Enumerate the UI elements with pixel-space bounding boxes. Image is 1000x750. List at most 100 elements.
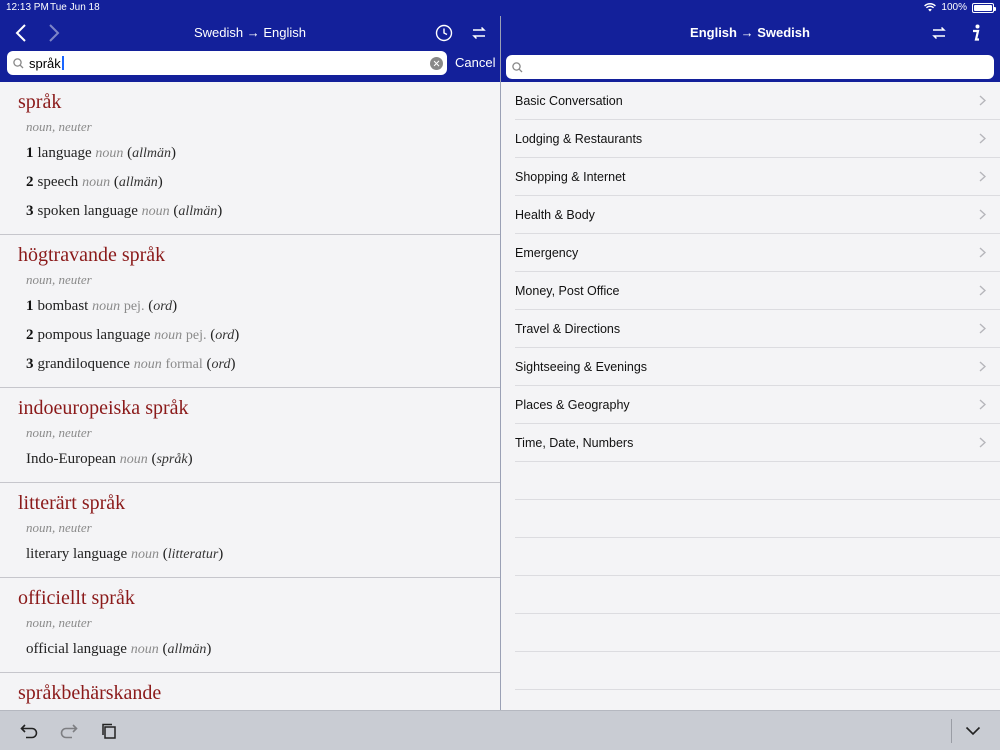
category-row[interactable]: Health & Body [515,196,1000,234]
sense-gloss: official language [26,641,127,657]
sense-gloss: grandiloquence [37,356,130,372]
sense-part-of-speech: noun [119,452,148,467]
entry-headword[interactable]: indoeuropeiska språk [18,395,482,421]
left-search-field[interactable]: språk [7,51,447,75]
entry-headword[interactable]: litterärt språk [18,490,482,516]
sense-gloss: spoken language [37,203,138,219]
chevron-right-icon [979,361,986,372]
info-button[interactable] [965,22,987,44]
battery-icon [972,2,996,13]
category-label: Sightseeing & Evenings [515,359,648,374]
left-swap-button[interactable] [468,22,490,44]
category-row[interactable]: Sightseeing & Evenings [515,348,1000,386]
entry-sense[interactable]: 2 speech noun (allmän) [26,168,482,197]
category-label: Shopping & Internet [515,169,626,184]
sense-part-of-speech: noun [82,175,111,190]
wifi-icon [924,3,937,12]
cancel-button[interactable]: Cancel [455,55,495,70]
swap-arrows-icon [472,26,486,40]
category-row[interactable]: Money, Post Office [515,272,1000,310]
entry-sense[interactable]: 1 bombast noun pej. (ord) [26,292,482,321]
sense-part-of-speech: noun [95,146,124,161]
empty-row [515,652,1000,690]
undo-button[interactable] [18,721,40,741]
chevron-right-icon [979,437,986,448]
entry-headword[interactable]: språkbehärskande [18,680,482,706]
entry-sense[interactable]: 2 pompous language noun pej. (ord) [26,321,482,350]
right-pane-title: English → Swedish [690,25,810,40]
empty-row [515,462,1000,500]
category-label: Basic Conversation [515,93,623,108]
status-date: Tue Jun 18 [50,2,100,13]
sense-gloss: literary language [26,546,128,562]
search-icon [512,61,523,72]
empty-row [515,690,1000,710]
entry-headword[interactable]: officiellt språk [18,585,482,611]
dictionary-entry[interactable]: högtravande språk noun, neuter 1 bombast no… [0,235,500,388]
right-search-field[interactable] [506,55,994,79]
sense-gloss: Indo-European [26,451,116,467]
chevron-right-icon [979,171,986,182]
copy-button[interactable] [98,721,120,741]
collapse-keyboard-button[interactable] [962,721,984,741]
clear-search-icon[interactable] [430,56,443,70]
entry-sense[interactable]: 1 language noun (allmän) [26,139,482,168]
dictionary-results-list[interactable]: språk noun, neuter 1 language noun (allmän)… [0,82,500,710]
empty-row [515,538,1000,576]
category-row[interactable]: Emergency [515,234,1000,272]
dictionary-entry[interactable]: språkbehärskandenoun, neuter [0,673,500,710]
dictionary-entry[interactable]: officiellt språk noun, neuter official lan… [0,578,500,673]
chevron-down-icon [965,726,981,736]
category-row[interactable]: Lodging & Restaurants [515,120,1000,158]
entry-sense[interactable]: literary language noun (litteratur) [26,540,482,569]
status-right: 100% [924,2,996,13]
sense-gloss: pompous language [37,327,151,343]
category-row[interactable]: Basic Conversation [515,82,1000,120]
battery-percent: 100% [941,2,967,13]
redo-button[interactable] [58,721,80,741]
category-row[interactable]: Time, Date, Numbers [515,424,1000,462]
entry-part-of-speech: noun, neuter [26,615,92,630]
sense-gloss: bombast [37,298,89,314]
sense-register: formal [165,357,203,372]
dictionary-entry[interactable]: indoeuropeiska språk noun, neuter Indo-Eur… [0,388,500,483]
dictionary-entry[interactable]: språk noun, neuter 1 language noun (allmän)… [0,82,500,235]
history-button[interactable] [433,22,455,44]
sense-domain: (allmän) [173,203,223,219]
entry-sense[interactable]: 3 grandiloquence noun formal (ord) [26,350,482,379]
sense-domain: (språk) [151,451,193,467]
category-label: Places & Geography [515,397,630,412]
redo-icon [60,724,78,739]
status-time: 12:13 PM [6,2,49,13]
category-label: Lodging & Restaurants [515,131,643,146]
sense-part-of-speech: noun [92,299,121,314]
sense-part-of-speech: noun [133,357,162,372]
chevron-right-icon [979,133,986,144]
sense-register: pej. [123,299,145,314]
sense-domain: (litteratur) [162,546,224,562]
category-row[interactable]: Places & Geography [515,386,1000,424]
category-row[interactable]: Travel & Directions [515,310,1000,348]
empty-row [515,614,1000,652]
category-label: Money, Post Office [515,283,620,298]
dictionary-entry[interactable]: litterärt språk noun, neuter literary lang… [0,483,500,578]
sense-part-of-speech: noun [141,204,170,219]
entry-headword[interactable]: språk [18,89,482,115]
phrasebook-category-list[interactable]: Basic Conversation Lodging & Restaurants S… [501,82,1000,710]
entry-part-of-speech: noun, neuter [26,425,92,440]
right-swap-button[interactable] [928,22,950,44]
sense-domain: (ord) [210,327,240,343]
sense-domain: (ord) [206,356,236,372]
category-label: Time, Date, Numbers [515,435,634,450]
search-input[interactable]: språk [29,55,430,71]
entry-part-of-speech: noun, neuter [26,119,92,134]
sense-domain: (ord) [148,298,178,314]
left-pane-title: Swedish → English [194,25,306,40]
chevron-right-icon [979,323,986,334]
entry-sense[interactable]: official language noun (allmän) [26,635,482,664]
entry-headword[interactable]: högtravande språk [18,242,482,268]
entry-sense[interactable]: 3 spoken language noun (allmän) [26,197,482,226]
info-icon [973,24,980,41]
entry-sense[interactable]: Indo-European noun (språk) [26,445,482,474]
category-row[interactable]: Shopping & Internet [515,158,1000,196]
